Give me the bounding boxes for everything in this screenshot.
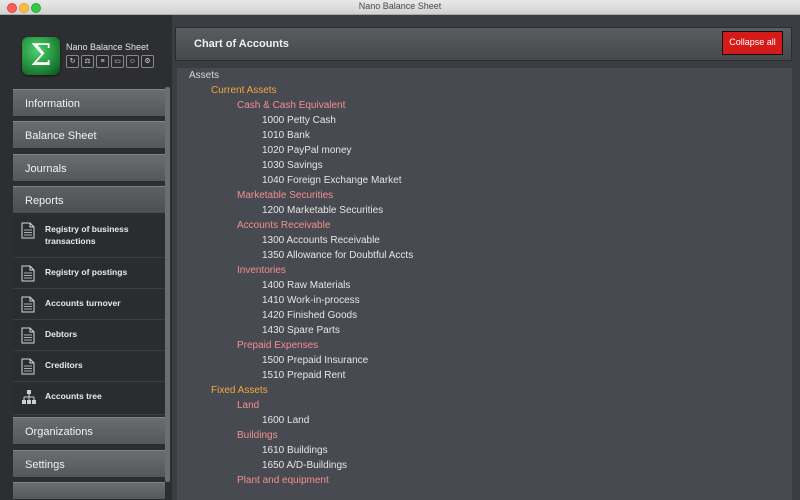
tree-account[interactable]: 1200 Marketable Securities [262, 205, 383, 216]
collapse-all-button[interactable]: Collapse all [722, 31, 783, 55]
nav-settings[interactable]: Settings [13, 450, 165, 478]
document-icon [21, 358, 35, 375]
reports-item-label: Registry of business transactions [45, 224, 129, 246]
document-icon [21, 296, 35, 313]
users-icon[interactable]: ☺ [126, 55, 139, 68]
tree-account[interactable]: 1030 Savings [262, 160, 323, 171]
tree-account[interactable]: 1040 Foreign Exchange Market [262, 175, 402, 186]
app-logo-sigma-icon: Σ [22, 37, 60, 75]
tree-group[interactable]: Fixed Assets [211, 385, 268, 396]
refresh-icon[interactable]: ↻ [66, 55, 79, 68]
main-panel: Chart of Accounts Collapse all Assets Cur… [172, 15, 800, 500]
tree-category[interactable]: Buildings [237, 430, 278, 441]
tree-account[interactable]: 1430 Spare Parts [262, 325, 340, 336]
reports-item-label: Accounts turnover [45, 298, 121, 308]
reports-item-label: Debtors [45, 329, 78, 339]
tree-account[interactable]: 1300 Accounts Receivable [262, 235, 380, 246]
logo-area: Σ Nano Balance Sheet ↻ ⚖ ≡ ▭ ☺ ⚙ [0, 15, 172, 87]
sidebar: Σ Nano Balance Sheet ↻ ⚖ ≡ ▭ ☺ ⚙ Informa… [0, 15, 172, 500]
tree-icon [21, 389, 36, 406]
reports-item[interactable]: Accounts turnover [13, 289, 165, 320]
settings-icon[interactable]: ⚙ [141, 55, 154, 68]
tree-category[interactable]: Inventories [237, 265, 286, 276]
nav-reports[interactable]: Reports [13, 186, 165, 214]
nav-organizations[interactable]: Organizations [13, 417, 165, 445]
tree-account[interactable]: 1400 Raw Materials [262, 280, 350, 291]
nav-information[interactable]: Information [13, 89, 165, 117]
toolbar-icons: ↻ ⚖ ≡ ▭ ☺ ⚙ [66, 55, 154, 68]
app-name: Nano Balance Sheet [66, 42, 149, 52]
tree-category[interactable]: Marketable Securities [237, 190, 333, 201]
reports-item[interactable]: Registry of postings [13, 258, 165, 289]
window-titlebar: Nano Balance Sheet [0, 0, 800, 15]
tree-account[interactable]: 1600 Land [262, 415, 309, 426]
nav-more[interactable] [13, 482, 165, 500]
scale-icon[interactable]: ⚖ [81, 55, 94, 68]
reports-item[interactable]: Creditors [13, 351, 165, 382]
reports-item[interactable]: Debtors [13, 320, 165, 351]
page-title: Chart of Accounts [194, 38, 289, 50]
tree-account[interactable]: 1010 Bank [262, 130, 310, 141]
document-icon [21, 222, 35, 239]
content-header: Chart of Accounts Collapse all [175, 27, 792, 61]
tree-account[interactable]: 1610 Buildings [262, 445, 328, 456]
tree-account[interactable]: 1410 Work-in-process [262, 295, 360, 306]
document-icon[interactable]: ≡ [96, 55, 109, 68]
document-icon [21, 265, 35, 282]
tree-account[interactable]: 1510 Prepaid Rent [262, 370, 345, 381]
tree-account[interactable]: 1500 Prepaid Insurance [262, 355, 368, 366]
tree-category[interactable]: Cash & Cash Equivalent [237, 100, 345, 111]
tree-group[interactable]: Current Assets [211, 85, 277, 96]
sidebar-scrollbar[interactable] [165, 87, 170, 482]
tree-category[interactable]: Land [237, 400, 259, 411]
reports-item-label: Registry of postings [45, 267, 128, 277]
tree-account[interactable]: 1000 Petty Cash [262, 115, 336, 126]
reports-item[interactable]: Accounts tree [13, 382, 165, 415]
reports-item[interactable]: Registry of business transactions [13, 215, 165, 258]
accounts-tree: Assets Current Assets Cash & Cash Equivale… [177, 68, 792, 500]
page-icon[interactable]: ▭ [111, 55, 124, 68]
tree-category[interactable]: Plant and equipment [237, 475, 329, 486]
window-title: Nano Balance Sheet [358, 1, 442, 11]
tree-account[interactable]: 1420 Finished Goods [262, 310, 357, 321]
reports-item-label: Accounts tree [45, 391, 102, 401]
tree-root[interactable]: Assets [189, 70, 219, 81]
nav-journals[interactable]: Journals [13, 154, 165, 182]
tree-category[interactable]: Prepaid Expenses [237, 340, 318, 351]
document-icon [21, 327, 35, 344]
reports-item-label: Creditors [45, 360, 83, 370]
nav-balance-sheet[interactable]: Balance Sheet [13, 121, 165, 149]
tree-account[interactable]: 1350 Allowance for Doubtful Accts [262, 250, 413, 261]
tree-account[interactable]: 1020 PayPal money [262, 145, 352, 156]
tree-account[interactable]: 1650 A/D-Buildings [262, 460, 347, 471]
reports-submenu: Registry of business transactions Registr… [13, 215, 165, 415]
tree-category[interactable]: Accounts Receivable [237, 220, 330, 231]
